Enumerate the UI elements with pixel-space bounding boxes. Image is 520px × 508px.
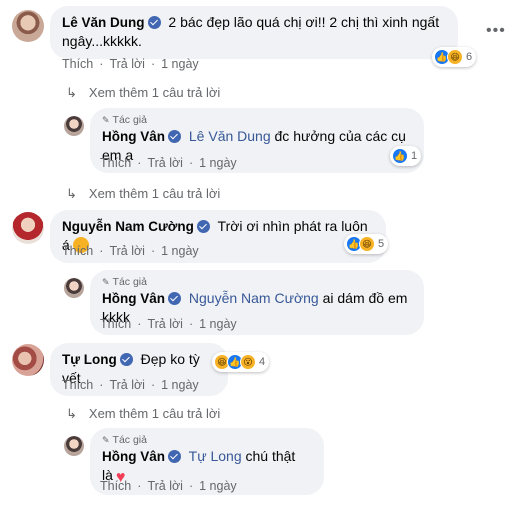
reply-actions: Thích · Trả lời · 1 ngày: [100, 479, 237, 493]
avatar[interactable]: [12, 10, 44, 42]
commenter-name[interactable]: Hồng Vân: [102, 291, 165, 306]
reaction-count: 6: [466, 51, 473, 63]
verified-badge-icon: [168, 130, 181, 143]
haha-reaction-icon: 😆: [447, 49, 463, 65]
mention-link[interactable]: Lê Văn Dung: [189, 128, 271, 144]
comment-bubble: Lê Văn Dung 2 bác đẹp lão quá chị ơi!! 2…: [50, 6, 458, 59]
like-reaction-icon: 👍: [392, 148, 408, 164]
verified-badge-icon: [119, 353, 133, 366]
mention-link[interactable]: Nguyễn Nam Cường: [189, 290, 319, 306]
view-more-replies[interactable]: ↳ Xem thêm 1 câu trả lời: [66, 186, 220, 202]
reply-arrow-icon: ↳: [66, 85, 77, 100]
reply-actions: Thích · Trả lời · 1 ngày: [100, 156, 237, 170]
author-tag-label: Tác giả: [112, 114, 147, 126]
author-tag: ✎ Tác giả: [102, 434, 312, 446]
like-button[interactable]: Thích: [100, 317, 131, 331]
timestamp[interactable]: 1 ngày: [161, 244, 199, 258]
verified-badge-icon: [168, 292, 181, 305]
author-tag-label: Tác giả: [112, 434, 147, 446]
view-more-replies-label: Xem thêm 1 câu trả lời: [88, 406, 221, 421]
more-options-icon[interactable]: •••: [486, 22, 506, 40]
reply-arrow-icon: ↳: [66, 406, 77, 421]
pen-icon: ✎: [102, 115, 110, 125]
view-more-replies[interactable]: ↳ Xem thêm 1 câu trả lời: [66, 85, 220, 101]
like-button[interactable]: Thích: [62, 57, 93, 71]
pen-icon: ✎: [102, 277, 110, 287]
reply-button[interactable]: Trả lời: [147, 156, 183, 170]
verified-badge-icon: [168, 450, 181, 463]
reply-button[interactable]: Trả lời: [147, 317, 183, 331]
reaction-count: 1: [411, 150, 418, 162]
view-more-replies-label: Xem thêm 1 câu trả lời: [88, 85, 221, 100]
commenter-name[interactable]: Tự Long: [62, 352, 117, 367]
pen-icon: ✎: [102, 435, 110, 445]
reaction-count: 5: [378, 238, 385, 250]
like-button[interactable]: Thích: [100, 479, 131, 493]
timestamp[interactable]: 1 ngày: [199, 479, 237, 493]
reply-button[interactable]: Trả lời: [147, 479, 183, 493]
reply-button[interactable]: Trả lời: [109, 378, 145, 392]
reply-button[interactable]: Trả lời: [109, 244, 145, 258]
reaction-summary[interactable]: 😆 👍 😮 4: [212, 352, 270, 372]
comment-actions: Thích · Trả lời · 1 ngày: [62, 57, 199, 71]
avatar[interactable]: [64, 278, 84, 298]
timestamp[interactable]: 1 ngày: [161, 57, 199, 71]
view-more-replies-label: Xem thêm 1 câu trả lời: [88, 186, 221, 201]
avatar[interactable]: [64, 116, 84, 136]
view-more-replies[interactable]: ↳ Xem thêm 1 câu trả lời: [66, 406, 220, 422]
avatar[interactable]: [64, 436, 84, 456]
reaction-count: 4: [259, 356, 266, 368]
comment-actions: Thích · Trả lời · 1 ngày: [62, 244, 199, 258]
verified-badge-icon: [147, 16, 161, 29]
comment-actions: Thích · Trả lời · 1 ngày: [62, 378, 199, 392]
reaction-summary[interactable]: 👍 😆 6: [432, 47, 477, 67]
avatar[interactable]: [12, 344, 44, 376]
commenter-name[interactable]: Hồng Vân: [102, 449, 165, 464]
haha-reaction-icon: 😆: [359, 236, 375, 252]
author-tag-label: Tác giả: [112, 276, 147, 288]
wow-reaction-icon: 😮: [240, 354, 256, 370]
author-tag: ✎ Tác giả: [102, 276, 412, 288]
mention-link[interactable]: Tự Long: [189, 448, 242, 464]
reaction-summary[interactable]: 👍 1: [390, 146, 422, 166]
timestamp[interactable]: 1 ngày: [199, 156, 237, 170]
author-tag: ✎ Tác giả: [102, 114, 412, 126]
avatar[interactable]: [12, 212, 44, 244]
like-button[interactable]: Thích: [62, 378, 93, 392]
timestamp[interactable]: 1 ngày: [161, 378, 199, 392]
commenter-name[interactable]: Hồng Vân: [102, 129, 165, 144]
reaction-summary[interactable]: 👍 😆 5: [344, 234, 389, 254]
commenter-name[interactable]: Lê Văn Dung: [62, 15, 145, 30]
like-button[interactable]: Thích: [62, 244, 93, 258]
timestamp[interactable]: 1 ngày: [199, 317, 237, 331]
reply-button[interactable]: Trả lời: [109, 57, 145, 71]
reply-actions: Thích · Trả lời · 1 ngày: [100, 317, 237, 331]
reply-arrow-icon: ↳: [66, 186, 77, 201]
like-button[interactable]: Thích: [100, 156, 131, 170]
commenter-name[interactable]: Nguyễn Nam Cường: [62, 219, 194, 234]
verified-badge-icon: [196, 220, 210, 233]
